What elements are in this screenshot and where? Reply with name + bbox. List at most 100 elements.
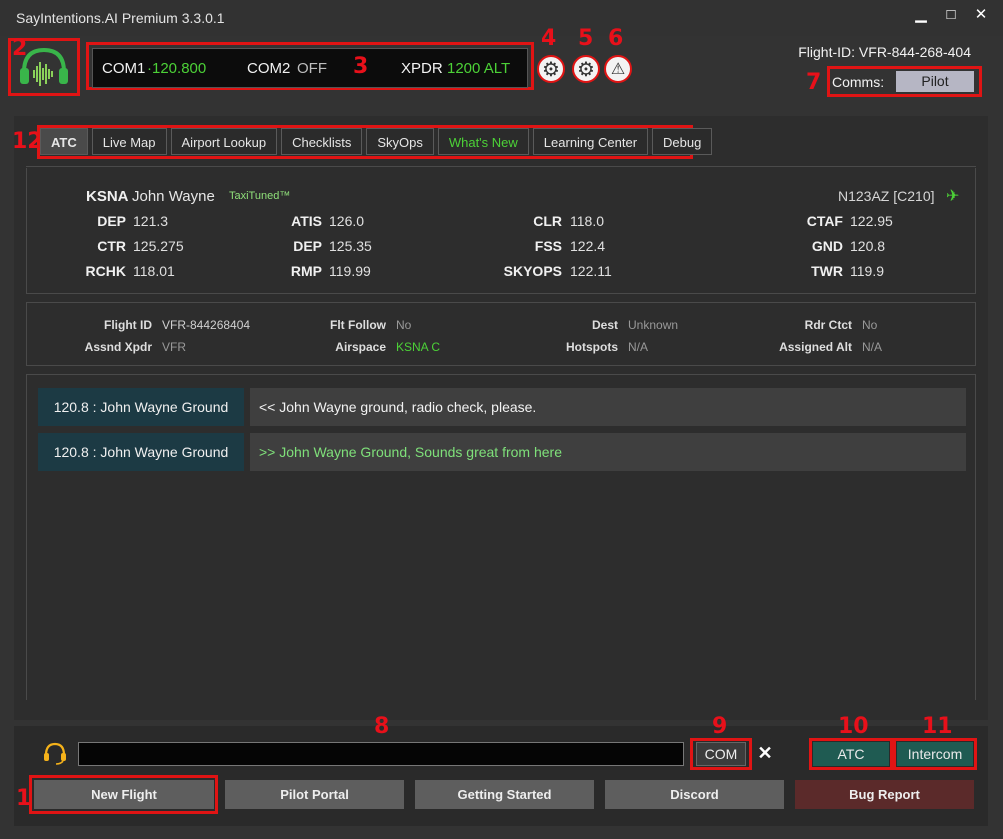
transmit-intercom-button[interactable]: Intercom bbox=[897, 742, 973, 766]
warning-button[interactable]: ⚠ bbox=[604, 55, 632, 83]
freq-label-twr: TWR bbox=[811, 263, 843, 279]
flight-info-section bbox=[26, 302, 976, 366]
transmit-atc-button[interactable]: ATC bbox=[813, 742, 889, 766]
bug-report-button[interactable]: Bug Report bbox=[795, 780, 974, 809]
message-text: << John Wayne ground, radio check, pleas… bbox=[250, 388, 966, 426]
minimize-button[interactable]: ▁ bbox=[913, 6, 929, 23]
window-controls: ▁ □ ✕ bbox=[913, 6, 989, 24]
callout-5: 5 bbox=[578, 26, 594, 51]
rdr-ctct-label: Rdr Ctct bbox=[804, 318, 852, 332]
com2-value: OFF bbox=[297, 60, 327, 77]
flight-id-text: Flight-ID: VFR-844-268-404 bbox=[798, 44, 971, 60]
callout-8: 8 bbox=[374, 714, 390, 739]
gear-wrench-icon: ⚙ bbox=[577, 58, 595, 81]
tab-bar: ATC Live Map Airport Lookup Checklists S… bbox=[40, 128, 713, 155]
freq-label-skyops: SKYOPS bbox=[503, 263, 562, 279]
freq-label-fss: FSS bbox=[534, 238, 562, 254]
flt-follow-label: Flt Follow bbox=[330, 318, 386, 332]
callout-9: 9 bbox=[712, 714, 728, 739]
callout-11: 11 bbox=[922, 714, 953, 739]
callout-4: 4 bbox=[541, 26, 557, 51]
com2-label: COM2 bbox=[247, 60, 291, 77]
dest-value: Unknown bbox=[628, 318, 679, 332]
tab-checklists[interactable]: Checklists bbox=[281, 128, 363, 155]
freq-label-gnd: GND bbox=[811, 238, 843, 254]
freq-label-ctaf: CTAF bbox=[806, 213, 843, 229]
app-title: SayIntentions.AI Premium 3.3.0.1 bbox=[16, 10, 225, 26]
freq-value-ctaf: 122.95 bbox=[850, 213, 893, 229]
callout-3: 3 bbox=[353, 54, 369, 79]
xpdr-label: XPDR bbox=[401, 60, 443, 77]
hotspots-value: N/A bbox=[628, 340, 649, 354]
assnd-xpdr-value: VFR bbox=[162, 340, 186, 354]
com1-label: COM1 bbox=[102, 60, 146, 77]
sim-settings-button[interactable]: ⚙ bbox=[572, 55, 600, 83]
radio-status-panel: COM1 ·120.800 COM2 OFF XPDR 1200 ALT bbox=[92, 48, 528, 88]
xpdr-value: 1200 ALT bbox=[447, 60, 511, 77]
hotspots-label: Hotspots bbox=[566, 340, 618, 354]
warning-icon: ⚠ bbox=[610, 61, 626, 78]
freq-value-clr: 118.0 bbox=[570, 213, 604, 229]
flight-id-value: VFR-844268404 bbox=[162, 318, 251, 332]
com-select-button[interactable]: COM bbox=[696, 742, 746, 766]
divider bbox=[26, 166, 976, 167]
taxituned-badge: TaxiTuned™ bbox=[229, 190, 291, 202]
comms-pilot-button[interactable]: Pilot bbox=[896, 71, 974, 92]
freq-value-ctr: 125.275 bbox=[133, 238, 184, 254]
flt-follow-value: No bbox=[396, 318, 412, 332]
tab-debug[interactable]: Debug bbox=[652, 128, 713, 155]
freq-value-skyops: 122.11 bbox=[570, 263, 612, 279]
freq-label-rmp: RMP bbox=[290, 263, 322, 279]
airplane-icon: ✈ bbox=[946, 188, 960, 205]
tab-skyops[interactable]: SkyOps bbox=[366, 128, 434, 155]
freq-label-dep2: DEP bbox=[293, 238, 322, 254]
airspace-value: KSNA C bbox=[396, 340, 441, 354]
freq-value-dep: 121.3 bbox=[133, 213, 169, 229]
freq-value-fss: 122.4 bbox=[570, 238, 606, 254]
clear-input-button[interactable]: ✕ bbox=[756, 742, 774, 764]
headphones-logo-icon[interactable] bbox=[14, 42, 74, 92]
tab-learning-center[interactable]: Learning Center bbox=[532, 128, 649, 155]
assigned-alt-label: Assigned Alt bbox=[779, 340, 852, 354]
comms-label: Comms: bbox=[832, 74, 885, 90]
airport-code: KSNA bbox=[86, 188, 129, 205]
maximize-button[interactable]: □ bbox=[943, 6, 959, 23]
message-frequency: 120.8 : John Wayne Ground bbox=[38, 433, 244, 471]
freq-value-rchk: 118.01 bbox=[133, 263, 175, 279]
freq-label-dep: DEP bbox=[97, 213, 126, 229]
callout-7: 7 bbox=[806, 70, 822, 95]
dest-label: Dest bbox=[591, 318, 618, 332]
rdr-ctct-value: No bbox=[862, 318, 878, 332]
freq-label-atis: ATIS bbox=[291, 213, 322, 229]
tab-live-map[interactable]: Live Map bbox=[91, 128, 167, 155]
new-flight-button[interactable]: New Flight bbox=[34, 780, 214, 809]
callout-6: 6 bbox=[608, 26, 624, 51]
close-button[interactable]: ✕ bbox=[973, 6, 989, 23]
flight-id-label: Flight ID bbox=[104, 318, 152, 332]
freq-value-atis: 126.0 bbox=[329, 213, 365, 229]
aircraft-id: N123AZ [C210] bbox=[838, 188, 935, 204]
headset-icon[interactable] bbox=[42, 740, 68, 766]
discord-button[interactable]: Discord bbox=[605, 780, 784, 809]
tab-airport-lookup[interactable]: Airport Lookup bbox=[170, 128, 278, 155]
assigned-alt-value: N/A bbox=[862, 340, 883, 354]
message-input[interactable] bbox=[78, 742, 684, 766]
freq-value-dep2: 125.35 bbox=[329, 238, 372, 254]
freq-label-ctr: CTR bbox=[97, 238, 126, 254]
message-frequency: 120.8 : John Wayne Ground bbox=[38, 388, 244, 426]
airport-name: John Wayne bbox=[132, 188, 215, 205]
tab-atc[interactable]: ATC bbox=[40, 128, 88, 155]
freq-label-rchk: RCHK bbox=[85, 263, 126, 279]
gear-icon: ⚙ bbox=[542, 58, 560, 81]
com1-frequency: ·120.800 bbox=[147, 60, 207, 77]
callout-10: 10 bbox=[838, 714, 869, 739]
airspace-label: Airspace bbox=[335, 340, 386, 354]
settings-gear-button[interactable]: ⚙ bbox=[537, 55, 565, 83]
tab-whats-new[interactable]: What's New bbox=[437, 128, 529, 155]
message-text: >> John Wayne Ground, Sounds great from … bbox=[250, 433, 966, 471]
getting-started-button[interactable]: Getting Started bbox=[415, 780, 594, 809]
pilot-portal-button[interactable]: Pilot Portal bbox=[225, 780, 404, 809]
freq-value-twr: 119.9 bbox=[850, 263, 884, 279]
freq-value-rmp: 119.99 bbox=[329, 263, 371, 279]
freq-value-gnd: 120.8 bbox=[850, 238, 886, 254]
